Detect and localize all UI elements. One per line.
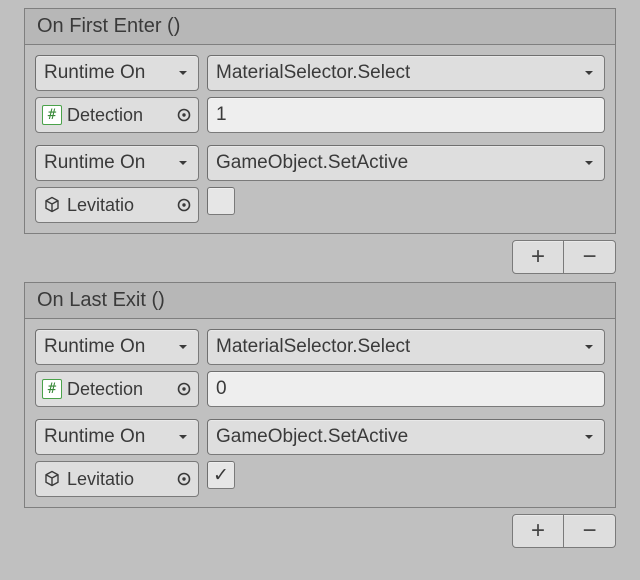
event-header: On Last Exit () xyxy=(25,283,615,319)
gameobject-icon xyxy=(43,470,61,488)
function-dropdown[interactable]: MaterialSelector.Select xyxy=(207,329,605,365)
script-icon: # xyxy=(42,105,62,125)
chevron-down-icon xyxy=(582,430,596,444)
bool-argument-checkbox[interactable]: ✓ xyxy=(207,461,235,489)
event-footer: +− xyxy=(24,234,616,274)
chevron-down-icon xyxy=(582,66,596,80)
event-body: Runtime OnMaterialSelector.Select#Detect… xyxy=(25,319,615,507)
call-mode-dropdown[interactable]: Runtime On xyxy=(35,419,199,455)
function-dropdown[interactable]: GameObject.SetActive xyxy=(207,145,605,181)
add-listener-button[interactable]: + xyxy=(512,240,564,274)
event-entry: Runtime OnMaterialSelector.Select#Detect… xyxy=(35,329,605,407)
object-picker-icon[interactable] xyxy=(176,381,192,397)
event-entry: Runtime OnGameObject.SetActiveLevitatio xyxy=(35,145,605,223)
chevron-down-icon xyxy=(176,156,190,170)
object-field[interactable]: Levitatio xyxy=(35,187,199,223)
object-picker-icon[interactable] xyxy=(176,471,192,487)
remove-listener-button[interactable]: − xyxy=(564,514,616,548)
object-picker-icon[interactable] xyxy=(176,107,192,123)
call-mode-dropdown[interactable]: Runtime On xyxy=(35,145,199,181)
event-entry: Runtime OnMaterialSelector.Select#Detect… xyxy=(35,55,605,133)
gameobject-icon xyxy=(43,196,61,214)
bool-argument-checkbox[interactable] xyxy=(207,187,235,215)
chevron-down-icon xyxy=(176,340,190,354)
check-icon: ✓ xyxy=(213,464,229,487)
chevron-down-icon xyxy=(582,156,596,170)
function-dropdown[interactable]: GameObject.SetActive xyxy=(207,419,605,455)
int-argument-input[interactable]: 1 xyxy=(207,97,605,133)
object-picker-icon[interactable] xyxy=(176,197,192,213)
event-footer: +− xyxy=(24,508,616,548)
int-argument-input[interactable]: 0 xyxy=(207,371,605,407)
add-listener-button[interactable]: + xyxy=(512,514,564,548)
call-mode-dropdown[interactable]: Runtime On xyxy=(35,55,199,91)
event-panel: On Last Exit ()Runtime OnMaterialSelecto… xyxy=(24,282,616,508)
object-field[interactable]: #Detection xyxy=(35,371,199,407)
script-icon: # xyxy=(42,379,62,399)
chevron-down-icon xyxy=(176,430,190,444)
object-field[interactable]: #Detection xyxy=(35,97,199,133)
object-field[interactable]: Levitatio xyxy=(35,461,199,497)
event-entry: Runtime OnGameObject.SetActiveLevitatio ✓ xyxy=(35,419,605,497)
remove-listener-button[interactable]: − xyxy=(564,240,616,274)
event-header: On First Enter () xyxy=(25,9,615,45)
event-body: Runtime OnMaterialSelector.Select#Detect… xyxy=(25,45,615,233)
chevron-down-icon xyxy=(176,66,190,80)
event-panel: On First Enter ()Runtime OnMaterialSelec… xyxy=(24,8,616,234)
function-dropdown[interactable]: MaterialSelector.Select xyxy=(207,55,605,91)
call-mode-dropdown[interactable]: Runtime On xyxy=(35,329,199,365)
chevron-down-icon xyxy=(582,340,596,354)
